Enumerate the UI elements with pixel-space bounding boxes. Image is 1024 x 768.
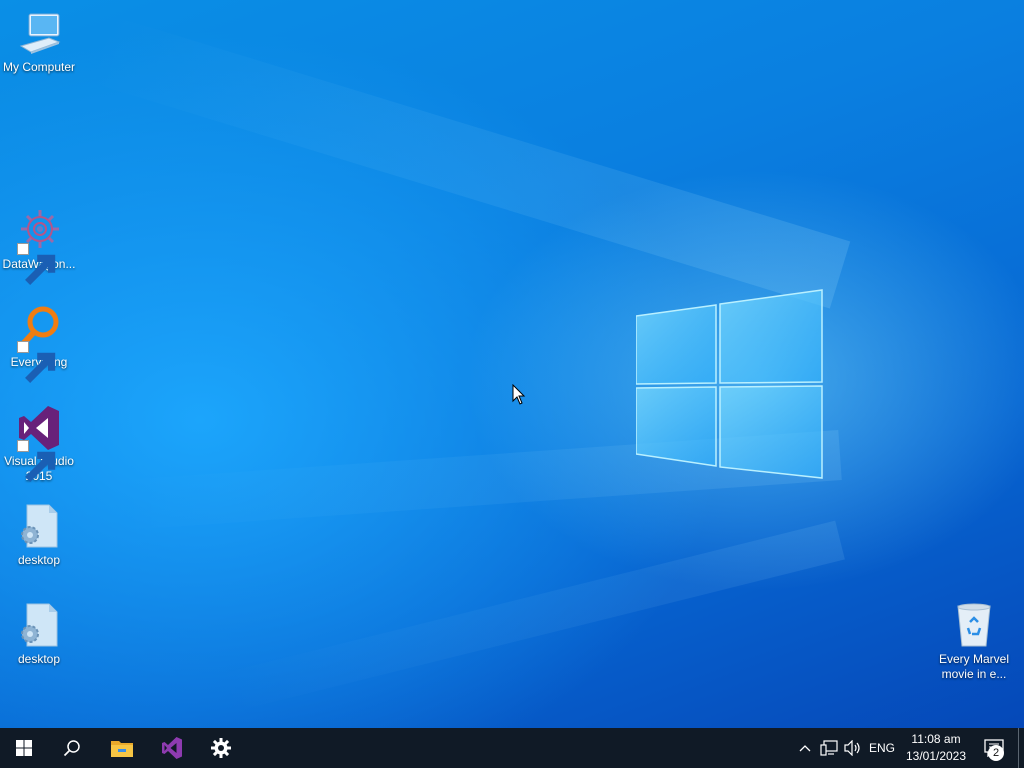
desktop-icon-everything[interactable]: Everything <box>0 305 78 383</box>
mouse-cursor-icon <box>512 384 526 405</box>
desktop-icon-label: desktop <box>17 652 61 666</box>
clock-date: 13/01/2023 <box>905 749 967 763</box>
file-explorer-icon <box>111 741 133 757</box>
start-button[interactable] <box>0 728 48 768</box>
wallpaper-beam <box>83 13 851 309</box>
clock[interactable]: 11:08 am 13/01/2023 <box>900 731 972 765</box>
config-file-icon <box>15 503 63 551</box>
network-button[interactable] <box>818 728 840 768</box>
desktop-icon-label: Every Marvel movie in e... <box>938 652 1009 681</box>
desktop-icon-label: desktop <box>17 553 61 567</box>
desktop-icon-desktop-ini[interactable]: desktop <box>0 503 78 568</box>
shortcut-arrow-icon <box>17 341 56 383</box>
visual-studio-icon <box>15 404 63 482</box>
shortcut-arrow-icon <box>17 440 56 482</box>
desktop-icon-recycle-bin[interactable]: Every Marvel movie in e... <box>935 602 1013 682</box>
shortcut-arrow-icon <box>17 243 56 285</box>
settings-taskbar-button[interactable] <box>197 728 245 768</box>
volume-icon <box>844 740 860 756</box>
settings-gear-icon <box>211 738 231 758</box>
visual-studio-taskbar-button[interactable] <box>148 728 196 768</box>
desktop-icon-datawagon[interactable]: DataWagon... <box>0 207 78 285</box>
chevron-up-icon <box>799 745 811 752</box>
desktop-icon-my-computer[interactable]: My Computer <box>0 10 78 75</box>
search-icon <box>63 740 80 757</box>
windows-start-icon <box>16 740 32 756</box>
file-explorer-button[interactable] <box>98 728 146 768</box>
computer-icon <box>15 10 63 58</box>
desktop-icon-visual-studio[interactable]: Visual Studio 2015 <box>0 404 78 484</box>
recycle-bin-icon <box>950 602 998 650</box>
datawagon-icon <box>15 207 63 285</box>
network-icon <box>820 740 838 756</box>
config-file-icon <box>15 602 63 650</box>
tray-overflow-button[interactable] <box>795 728 815 768</box>
taskbar: ENG 11:08 am 13/01/2023 <box>0 728 1024 768</box>
visual-studio-icon <box>162 737 182 759</box>
desktop-icon-label: My Computer <box>2 60 76 74</box>
language-indicator[interactable]: ENG <box>866 728 898 768</box>
windows-logo-wallpaper <box>636 289 823 479</box>
language-label: ENG <box>868 741 895 755</box>
everything-search-icon <box>15 305 63 383</box>
notification-count-badge: 2 <box>988 745 1004 761</box>
desktop-background[interactable]: My Computer DataWagon... Everything Visu… <box>0 0 1024 728</box>
show-desktop-divider <box>1018 728 1019 768</box>
search-button[interactable] <box>48 728 96 768</box>
volume-button[interactable] <box>842 728 864 768</box>
clock-time: 11:08 am <box>911 732 961 746</box>
wallpaper-beam <box>214 520 845 715</box>
desktop-icon-desktop-ini[interactable]: desktop <box>0 602 78 667</box>
